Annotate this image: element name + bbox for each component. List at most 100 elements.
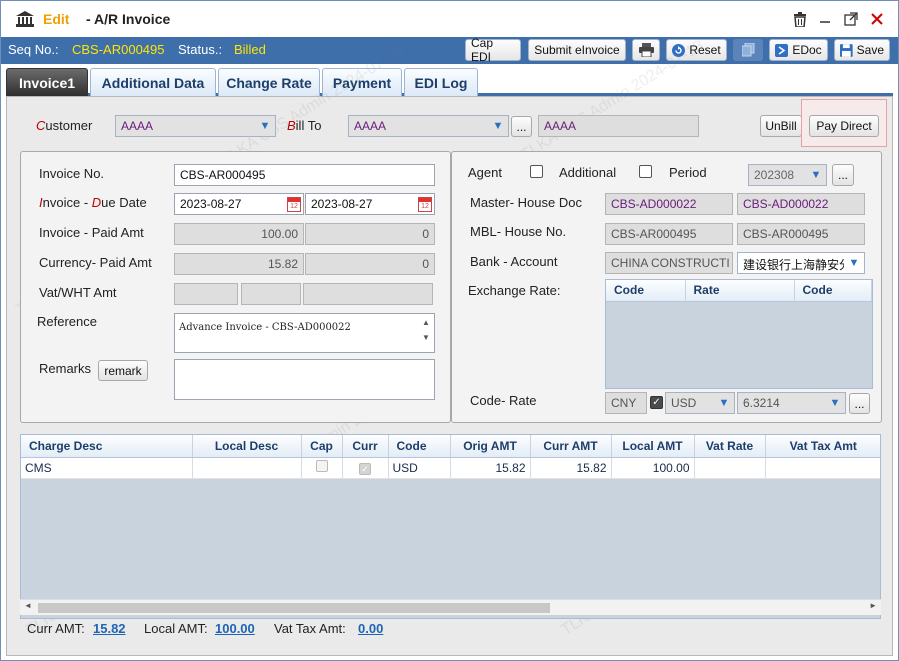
cny-field[interactable]: CNY (605, 392, 647, 414)
exchange-col-code[interactable]: Code (606, 280, 686, 302)
cell-charge-desc[interactable]: CMS (21, 457, 193, 479)
submit-einvoice-button[interactable]: Submit eInvoice (528, 39, 626, 61)
cell-curr[interactable]: ✓ (342, 457, 389, 479)
pay-direct-button[interactable]: Pay Direct (809, 115, 879, 137)
vat-field-1[interactable] (174, 283, 238, 305)
billto-text[interactable]: AAAA (538, 115, 699, 137)
status-value: Billed (234, 42, 266, 57)
cell-orig-amt[interactable]: 15.82 (450, 457, 531, 479)
edoc-label: EDoc (792, 43, 822, 57)
wht-field[interactable] (303, 283, 433, 305)
unbill-button[interactable]: UnBill (760, 115, 802, 137)
usd-select[interactable]: USD ▼ (665, 392, 735, 414)
invoice-window: Edit - A/R Invoice Seq No.: CBS-AR000495… (0, 0, 899, 661)
vat-tax-label: Vat Tax Amt: (274, 621, 346, 636)
col-orig-amt[interactable]: Orig AMT (450, 435, 531, 458)
delete-icon[interactable] (791, 10, 809, 28)
scroll-thumb[interactable] (38, 603, 550, 613)
billto-select[interactable]: AAAA ▼ (348, 115, 509, 137)
col-local-amt[interactable]: Local AMT (611, 435, 695, 458)
seq-label: Seq No.: (8, 42, 59, 57)
invoice-no-field[interactable]: CBS-AR000495 (174, 164, 435, 186)
additional-checkbox[interactable] (639, 165, 652, 178)
vat-field-2[interactable] (241, 283, 301, 305)
calendar-icon[interactable]: 12 (418, 197, 432, 212)
col-vat-tax-amt[interactable]: Vat Tax Amt (765, 435, 880, 458)
title-bar: Edit - A/R Invoice (1, 1, 898, 37)
copy-icon (741, 43, 754, 57)
currency-paid-field[interactable]: 0 (305, 253, 435, 275)
local-amt-total[interactable]: 100.00 (215, 621, 255, 636)
cell-vat-rate[interactable] (694, 457, 766, 479)
save-button[interactable]: Save (834, 39, 890, 61)
period-select[interactable]: 202308 ▼ (748, 164, 827, 186)
currency-amt-field[interactable]: 15.82 (174, 253, 304, 275)
exchange-col-rate[interactable]: Rate (685, 280, 795, 302)
billto-lookup-button[interactable]: ... (511, 116, 532, 137)
close-icon[interactable] (868, 10, 886, 28)
remark-button[interactable]: remark (98, 360, 148, 381)
house-doc-field[interactable]: CBS-AD000022 (737, 193, 865, 215)
tab-additional-data[interactable]: Additional Data (90, 68, 216, 96)
cell-vat-tax[interactable] (765, 457, 880, 479)
tab-edi-log[interactable]: EDI Log (404, 68, 478, 96)
vat-tax-total[interactable]: 0.00 (358, 621, 383, 636)
mbl-house-label: MBL- House No. (470, 224, 567, 239)
house-no-field[interactable]: CBS-AR000495 (737, 223, 865, 245)
invoice-date-field[interactable]: 2023-08-27 (174, 193, 304, 215)
rate-select[interactable]: 6.3214 ▼ (737, 392, 846, 414)
cap-edi-button[interactable]: Cap EDI (465, 36, 521, 64)
rate-checkbox[interactable]: ✓ (650, 396, 663, 409)
mbl-no-field[interactable]: CBS-AR000495 (605, 223, 733, 245)
cell-local-amt[interactable]: 100.00 (611, 457, 695, 479)
cap-checkbox[interactable] (315, 460, 328, 472)
col-curr[interactable]: Curr (342, 435, 389, 458)
tab-invoice1[interactable]: Invoice1 (6, 68, 88, 96)
agent-checkbox[interactable] (530, 165, 543, 178)
col-code[interactable]: Code (388, 435, 451, 458)
chevron-down-icon: ▼ (492, 120, 504, 132)
grid-scrollbar[interactable]: ◄ ► (20, 599, 881, 615)
edoc-button[interactable]: EDoc (769, 39, 828, 61)
col-cap[interactable]: Cap (301, 435, 343, 458)
reference-scroll[interactable]: ▲ ▼ (419, 315, 433, 351)
tab-change-rate[interactable]: Change Rate (218, 68, 320, 96)
col-local-desc[interactable]: Local Desc (192, 435, 302, 458)
chevron-down-icon: ▼ (718, 397, 730, 409)
charges-grid: Charge Desc Local Desc Cap Curr Code Ori… (20, 434, 881, 619)
cell-curr-amt[interactable]: 15.82 (530, 457, 612, 479)
toolbar: Seq No.: CBS-AR000495 Status.: Billed Ca… (1, 36, 898, 64)
due-date-field[interactable]: 2023-08-27 (305, 193, 435, 215)
reset-button[interactable]: Reset (666, 39, 727, 61)
minimize-icon[interactable] (816, 10, 834, 28)
copy-button[interactable] (733, 39, 763, 61)
cell-cap[interactable] (301, 457, 343, 479)
master-doc-field[interactable]: CBS-AD000022 (605, 193, 733, 215)
curr-checkbox[interactable]: ✓ (359, 462, 371, 475)
tab-payment[interactable]: Payment (322, 68, 402, 96)
table-row[interactable]: CMS ✓ USD 15.82 15.82 100.00 (21, 457, 880, 479)
calendar-icon[interactable]: 12 (287, 197, 301, 212)
paid-amt-field[interactable]: 0 (305, 223, 435, 245)
col-vat-rate[interactable]: Vat Rate (694, 435, 766, 458)
window-title: - A/R Invoice (86, 11, 171, 27)
scroll-left-icon[interactable]: ◄ (24, 601, 32, 610)
print-button[interactable] (632, 39, 660, 61)
rate-lookup-button[interactable]: ... (849, 393, 870, 414)
col-charge-desc[interactable]: Charge Desc (21, 435, 193, 458)
maximize-icon[interactable] (842, 10, 860, 28)
invoice-amt-field[interactable]: 100.00 (174, 223, 304, 245)
bank-field[interactable]: CHINA CONSTRUCTI (605, 252, 733, 274)
exchange-col-code2[interactable]: Code (794, 280, 872, 302)
bank-account-label: Bank - Account (470, 254, 558, 269)
remarks-field[interactable] (174, 359, 435, 400)
customer-select[interactable]: AAAA ▼ (115, 115, 276, 137)
col-curr-amt[interactable]: Curr AMT (530, 435, 612, 458)
period-lookup-button[interactable]: ... (832, 164, 854, 186)
reference-field[interactable]: Advance Invoice - CBS-AD000022 (174, 313, 435, 353)
curr-amt-total[interactable]: 15.82 (93, 621, 126, 636)
cell-code[interactable]: USD (388, 457, 451, 479)
cell-local-desc[interactable] (192, 457, 302, 479)
account-select[interactable]: 建设银行上海静安分 ▼ (737, 252, 865, 274)
scroll-right-icon[interactable]: ► (869, 601, 877, 610)
